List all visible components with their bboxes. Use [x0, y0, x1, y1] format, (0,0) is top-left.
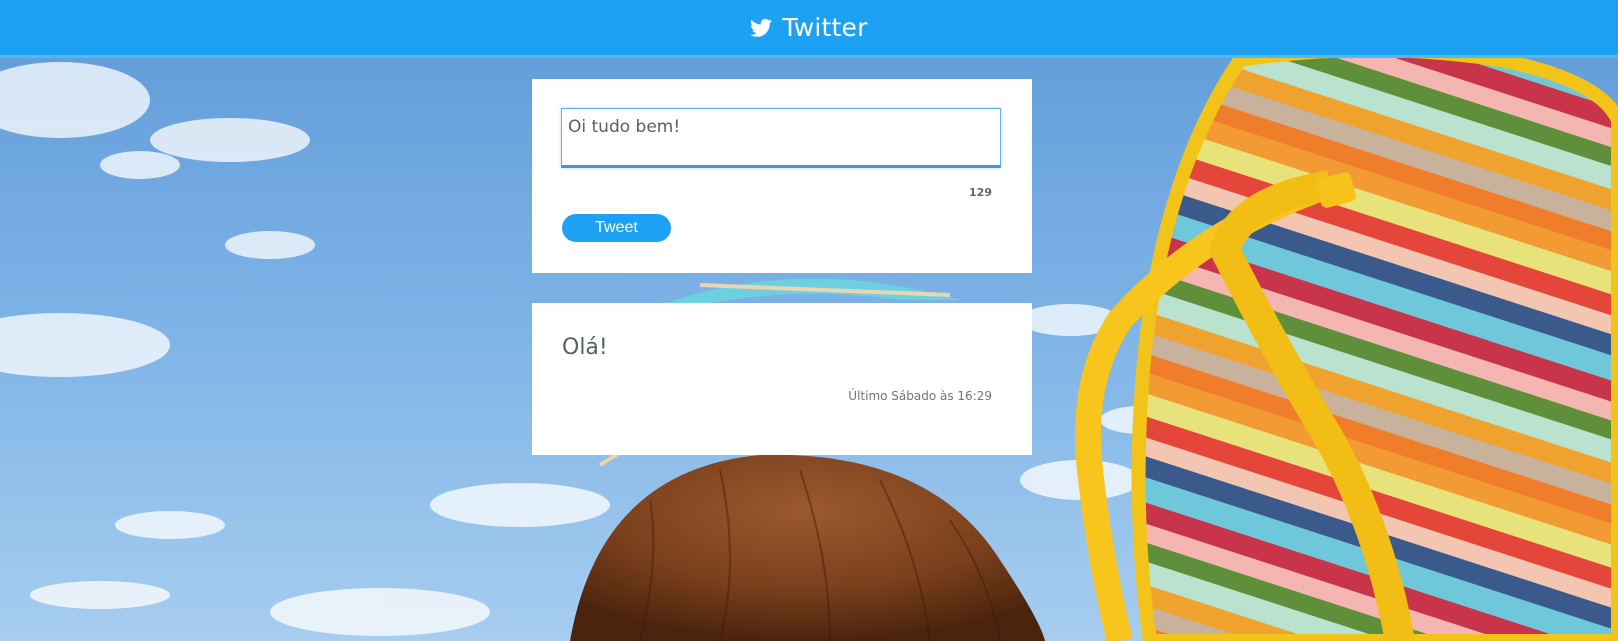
tweet-text: Olá! — [562, 335, 608, 360]
tweet-button[interactable]: Tweet — [562, 214, 671, 242]
tweet-card: Olá! Último Sábado às 16:29 — [532, 303, 1032, 455]
compose-tweet-card: Oi tudo bem! 129 Tweet — [532, 79, 1032, 273]
top-navbar: Twitter — [0, 0, 1618, 58]
character-counter: 129 — [969, 186, 992, 199]
app-title: Twitter — [782, 13, 868, 42]
tweet-input[interactable]: Oi tudo bem! — [561, 108, 1001, 168]
twitter-bird-icon — [750, 18, 773, 38]
brand[interactable]: Twitter — [750, 13, 867, 42]
tweet-timestamp: Último Sábado às 16:29 — [848, 389, 992, 403]
